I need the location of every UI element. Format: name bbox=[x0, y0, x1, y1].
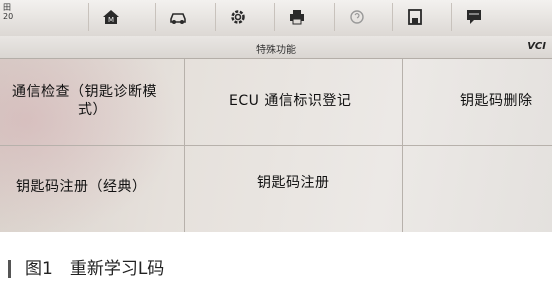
svg-text:M: M bbox=[108, 16, 114, 24]
printer-icon bbox=[290, 10, 304, 25]
car-icon bbox=[170, 13, 186, 24]
figure-caption: 图1 重新学习L码 bbox=[0, 254, 164, 279]
menu-item-key-code-register-classic[interactable]: 钥匙码注册（经典） bbox=[16, 178, 147, 196]
device-screen: 田 20 M 特殊功能 VCI 通信检查（钥匙诊断模 式） ECU 通信标识登记… bbox=[0, 0, 552, 232]
menu-item-ecu-registration[interactable]: ECU 通信标识登记 bbox=[229, 92, 351, 110]
save-icon bbox=[408, 9, 422, 25]
menu-item-label: 式） bbox=[78, 102, 107, 118]
settings-button[interactable] bbox=[215, 3, 260, 31]
print-button[interactable] bbox=[274, 3, 319, 31]
menu-item-key-code-register[interactable]: 钥匙码注册 bbox=[257, 174, 330, 192]
menu-item-label: ECU 通信标识登记 bbox=[229, 93, 352, 109]
status-corner-line1: 田 bbox=[3, 3, 11, 12]
menu-item-communication-check[interactable]: 通信检查（钥匙诊断模 式） bbox=[12, 83, 180, 119]
caption-text: 图1 重新学习L码 bbox=[25, 259, 165, 279]
help-icon bbox=[350, 10, 364, 24]
menu-item-label: 钥匙码删除 bbox=[460, 93, 533, 109]
vci-status: VCI bbox=[527, 41, 546, 52]
menu-item-label: 钥匙码注册（经典） bbox=[16, 179, 147, 195]
message-icon bbox=[467, 10, 481, 24]
status-corner: 田 20 bbox=[3, 3, 13, 21]
vehicle-button[interactable] bbox=[155, 3, 200, 31]
help-button[interactable] bbox=[334, 3, 379, 31]
save-button[interactable] bbox=[392, 3, 437, 31]
message-button[interactable] bbox=[451, 3, 496, 31]
menu-item-label: 通信检查（钥匙诊断模 bbox=[12, 84, 157, 100]
toolbar: 田 20 M bbox=[0, 0, 552, 37]
page-title: 特殊功能 bbox=[256, 45, 296, 56]
function-grid: 通信检查（钥匙诊断模 式） ECU 通信标识登记 钥匙码删除 钥匙码注册（经典）… bbox=[0, 59, 552, 232]
gear-icon bbox=[231, 10, 245, 24]
title-bar: 特殊功能 VCI bbox=[0, 36, 552, 59]
status-corner-line2: 20 bbox=[3, 12, 14, 21]
grid-divider bbox=[0, 145, 552, 146]
home-button[interactable]: M bbox=[88, 3, 133, 31]
caption-bar bbox=[8, 260, 11, 278]
menu-item-label: 钥匙码注册 bbox=[257, 175, 330, 191]
menu-item-key-code-delete[interactable]: 钥匙码删除 bbox=[460, 92, 533, 110]
home-icon: M bbox=[103, 10, 119, 24]
